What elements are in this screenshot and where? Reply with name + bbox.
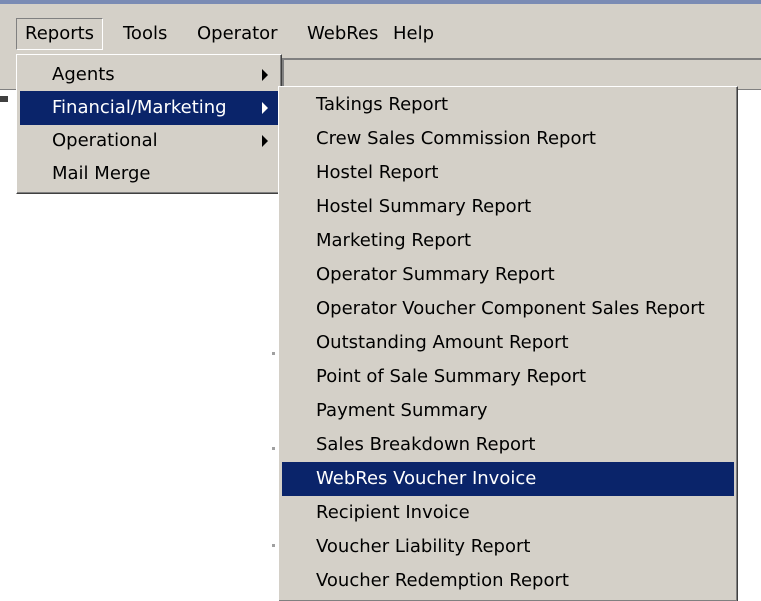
reports-menu-item-agents[interactable]: Agents bbox=[20, 58, 278, 92]
submenu-item-operator-summary-report[interactable]: Operator Summary Report bbox=[282, 258, 734, 292]
menu-item-label: Operational bbox=[52, 130, 158, 151]
window-edge-mark bbox=[0, 96, 8, 102]
menubar-item-help[interactable]: Help bbox=[384, 18, 443, 50]
window-dot-mark bbox=[272, 544, 275, 547]
menu-item-label: Agents bbox=[52, 64, 115, 85]
menubar-item-webres[interactable]: WebRes bbox=[298, 18, 387, 50]
menubar-item-tools[interactable]: Tools bbox=[114, 18, 176, 50]
submenu-item-sales-breakdown-report[interactable]: Sales Breakdown Report bbox=[282, 428, 734, 462]
submenu-item-crew-sales-commission-report[interactable]: Crew Sales Commission Report bbox=[282, 122, 734, 156]
submenu-item-outstanding-amount-report[interactable]: Outstanding Amount Report bbox=[282, 326, 734, 360]
submenu-item-webres-voucher-invoice[interactable]: WebRes Voucher Invoice bbox=[282, 462, 734, 496]
submenu-item-payment-summary[interactable]: Payment Summary bbox=[282, 394, 734, 428]
submenu-item-voucher-redemption-report[interactable]: Voucher Redemption Report bbox=[282, 564, 734, 598]
menu-bar: Reports Tools Operator WebRes Help bbox=[0, 0, 761, 54]
submenu-item-hostel-report[interactable]: Hostel Report bbox=[282, 156, 734, 190]
reports-menu-item-mail-merge[interactable]: Mail Merge bbox=[20, 157, 278, 191]
reports-menu-item-operational[interactable]: Operational bbox=[20, 124, 278, 158]
submenu-item-marketing-report[interactable]: Marketing Report bbox=[282, 224, 734, 258]
reports-menu: Agents Financial/Marketing Operational M… bbox=[16, 54, 282, 194]
submenu-item-recipient-invoice[interactable]: Recipient Invoice bbox=[282, 496, 734, 530]
menu-item-label: Financial/Marketing bbox=[52, 97, 227, 118]
submenu-arrow-icon bbox=[262, 69, 268, 81]
reports-menu-item-financial-marketing[interactable]: Financial/Marketing bbox=[20, 91, 278, 125]
window-dot-mark bbox=[272, 352, 275, 355]
submenu-arrow-icon bbox=[262, 102, 268, 114]
submenu-arrow-icon bbox=[262, 135, 268, 147]
menu-item-label: Mail Merge bbox=[52, 163, 151, 184]
submenu-item-hostel-summary-report[interactable]: Hostel Summary Report bbox=[282, 190, 734, 224]
window-dot-mark bbox=[272, 447, 275, 450]
submenu-item-operator-voucher-component-sales-report[interactable]: Operator Voucher Component Sales Report bbox=[282, 292, 734, 326]
submenu-item-takings-report[interactable]: Takings Report bbox=[282, 88, 734, 122]
financial-marketing-submenu: Takings Report Crew Sales Commission Rep… bbox=[278, 86, 738, 601]
menubar-item-reports[interactable]: Reports bbox=[16, 18, 104, 50]
submenu-item-voucher-liability-report[interactable]: Voucher Liability Report bbox=[282, 530, 734, 564]
submenu-item-point-of-sale-summary-report[interactable]: Point of Sale Summary Report bbox=[282, 360, 734, 394]
toolbar-combo[interactable] bbox=[282, 58, 761, 86]
menubar-item-operator[interactable]: Operator bbox=[188, 18, 287, 50]
